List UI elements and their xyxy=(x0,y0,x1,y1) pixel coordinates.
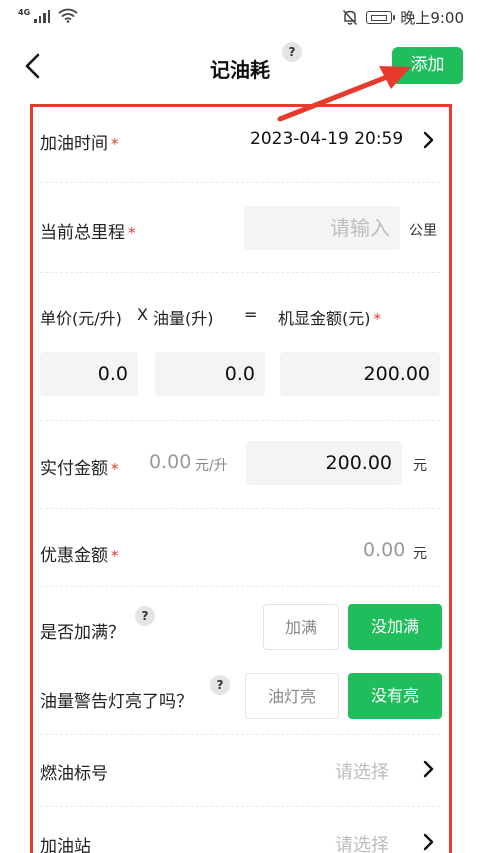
divider xyxy=(40,806,440,807)
full-tank-help-icon[interactable]: ? xyxy=(135,606,155,626)
divider xyxy=(40,420,440,421)
machine-total-label: 机显金额(元) * xyxy=(278,309,381,328)
fuel-time-chevron-icon[interactable] xyxy=(421,131,435,149)
divider xyxy=(40,182,440,183)
price-per-liter-unit: 元/升 xyxy=(195,458,228,474)
title-help-icon[interactable]: ? xyxy=(282,42,302,62)
mileage-label: 当前总里程 * xyxy=(40,223,136,243)
mute-bell-icon xyxy=(343,9,358,26)
warning-light-option-off[interactable]: 没有亮 xyxy=(348,673,442,719)
divider xyxy=(40,272,440,273)
unit-price-label: 单价(元/升) xyxy=(40,309,122,328)
equals-sign: = xyxy=(244,305,258,324)
price-per-liter-value: 0.00 xyxy=(149,451,192,473)
warning-light-label: 油量警告灯亮了吗？ xyxy=(40,692,193,712)
battery-icon xyxy=(366,11,396,24)
discount-label: 优惠金额 * xyxy=(40,546,119,566)
actual-paid-input[interactable]: 200.00 xyxy=(246,441,402,485)
full-tank-option-full[interactable]: 加满 xyxy=(263,604,339,650)
wifi-icon xyxy=(58,8,78,23)
fuel-grade-label: 燃油标号 xyxy=(40,764,108,784)
fuel-grade-chevron-icon[interactable] xyxy=(421,760,435,778)
network-type: 4G xyxy=(18,8,31,17)
machine-total-input[interactable]: 200.00 xyxy=(280,352,440,396)
fuel-time-value[interactable]: 2023-04-19 20:59 xyxy=(250,129,403,149)
status-bar: 4G 晚上9:00 xyxy=(0,0,480,34)
fuel-time-label: 加油时间 * xyxy=(40,134,119,154)
divider xyxy=(40,508,440,509)
header: 记油耗 ? 添加 xyxy=(0,34,480,98)
warning-light-help-icon[interactable]: ? xyxy=(210,675,230,695)
fuel-grade-placeholder[interactable]: 请选择 xyxy=(335,758,389,784)
unit-price-input[interactable]: 0.0 xyxy=(40,352,138,396)
fuel-amount-label: 油量(升) xyxy=(153,309,214,328)
gas-station-label: 加油站 xyxy=(40,837,91,853)
mileage-input[interactable]: 请输入 xyxy=(244,206,400,250)
status-right: 晚上9:00 xyxy=(342,7,464,28)
warning-light-option-on[interactable]: 油灯亮 xyxy=(245,673,339,719)
actual-paid-label: 实付金额 * xyxy=(40,459,119,479)
clock: 晚上9:00 xyxy=(400,9,464,27)
signal-icon xyxy=(34,9,51,23)
actual-paid-unit: 元 xyxy=(413,458,427,474)
divider xyxy=(40,586,440,587)
full-tank-option-not-full[interactable]: 没加满 xyxy=(348,604,442,650)
add-button[interactable]: 添加 xyxy=(392,47,463,84)
fuel-amount-input[interactable]: 0.0 xyxy=(155,352,265,396)
divider xyxy=(40,734,440,735)
discount-value[interactable]: 0.00 xyxy=(363,539,405,561)
mileage-unit: 公里 xyxy=(409,223,437,239)
gas-station-placeholder[interactable]: 请选择 xyxy=(335,831,389,853)
signal-group: 4G xyxy=(18,8,78,23)
full-tank-label: 是否加满？ xyxy=(40,623,125,643)
times-sign: X xyxy=(137,305,148,324)
gas-station-chevron-icon[interactable] xyxy=(421,833,435,851)
discount-unit: 元 xyxy=(413,546,427,562)
